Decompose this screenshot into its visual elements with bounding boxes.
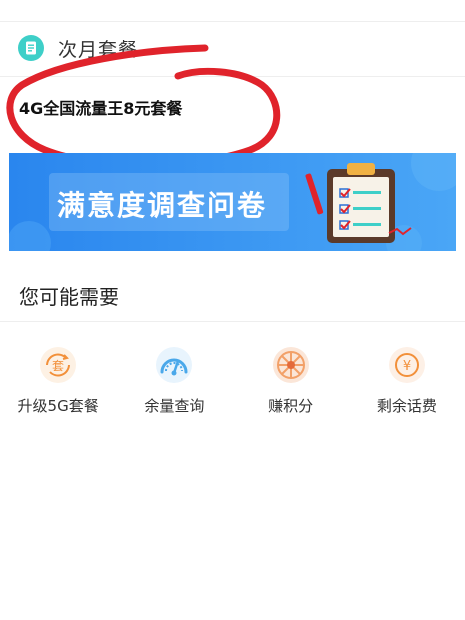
top-divider [0, 21, 465, 22]
banner-title: 满意度调查问卷 [57, 189, 267, 221]
grid-label: 剩余话费 [376, 397, 437, 415]
balance-query-item[interactable]: 余量查询 [116, 345, 232, 425]
recommend-divider [0, 321, 465, 322]
upgrade-5g-plan-item[interactable]: 套 升级5G套餐 [0, 345, 116, 425]
grid-label: 余量查询 [144, 397, 205, 415]
plan-name: 4G全国流量王8元套餐 [19, 99, 183, 118]
grid-label: 赚积分 [268, 397, 314, 415]
document-icon [18, 35, 44, 61]
recommend-title: 您可能需要 [19, 285, 119, 309]
recommend-grid: 套 升级5G套餐 余量查询 赚积分 ¥ 剩余话费 [0, 345, 465, 425]
next-month-plan-header: 次月套餐 [18, 33, 138, 63]
grid-label: 升级5G套餐 [17, 397, 99, 415]
remaining-balance-item[interactable]: ¥ 剩余话费 [349, 345, 465, 425]
package-icon-glyph: 套 [52, 359, 64, 373]
balance-yuan-icon: ¥ [388, 347, 425, 383]
section-title: 次月套餐 [58, 38, 139, 61]
survey-banner[interactable]: 满意度调查问卷 [9, 153, 456, 251]
points-wheel-icon [272, 347, 309, 383]
yuan-glyph: ¥ [403, 359, 411, 374]
gauge-icon [156, 347, 193, 383]
package-upgrade-icon: 套 [40, 347, 77, 383]
earn-points-item[interactable]: 赚积分 [233, 345, 349, 425]
header-divider [0, 76, 465, 77]
